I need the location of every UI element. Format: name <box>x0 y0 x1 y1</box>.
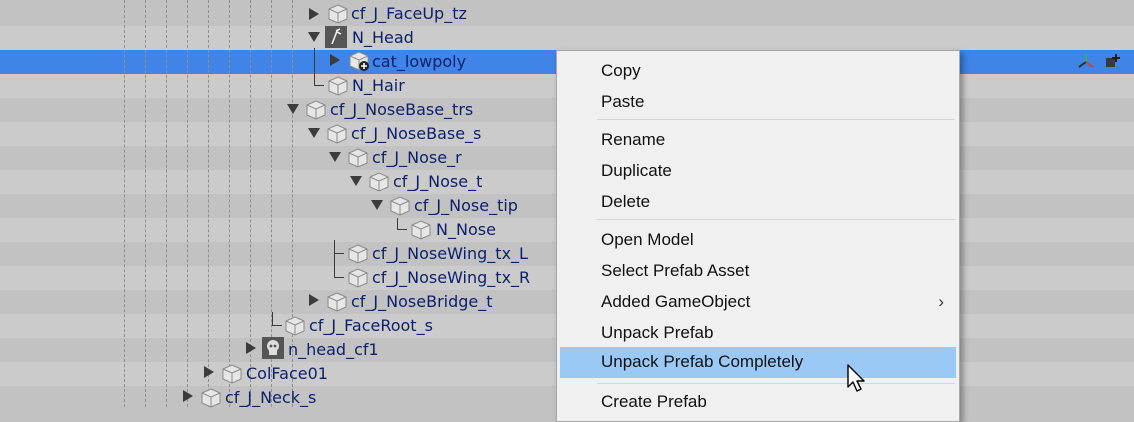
add-component-icon[interactable] <box>1104 53 1120 69</box>
indent-guide-line <box>229 0 230 407</box>
indent-guide-line <box>166 0 167 407</box>
cube-icon <box>285 316 305 336</box>
menu-item-label: Duplicate <box>601 161 672 180</box>
tree-connector <box>314 85 324 86</box>
menu-item-open-model[interactable]: Open Model <box>560 225 956 255</box>
menu-item-delete[interactable]: Delete <box>560 187 956 217</box>
mouse-cursor-icon <box>847 364 865 392</box>
chevron-right-icon: › <box>938 292 944 311</box>
bone-icon <box>325 26 347 48</box>
tree-connector <box>397 229 407 230</box>
menu-item-unpack-prefab-completely[interactable]: Unpack Prefab Completely <box>560 347 956 378</box>
menu-item-duplicate[interactable]: Duplicate <box>560 156 956 186</box>
cube-icon <box>327 292 347 312</box>
menu-item-select-prefab-asset[interactable]: Select Prefab Asset <box>560 256 956 286</box>
cube-icon <box>348 244 368 264</box>
hierarchy-item-label[interactable]: ColFace01 <box>246 364 328 384</box>
menu-item-unpack-prefab[interactable]: Unpack Prefab <box>560 318 956 348</box>
collapse-arrow-icon[interactable] <box>371 200 383 210</box>
indent-guide-line <box>187 0 188 407</box>
tree-connector <box>314 48 315 86</box>
menu-item-label: Copy <box>601 61 641 80</box>
collapse-arrow-icon[interactable] <box>350 176 362 186</box>
menu-item-label: Unpack Prefab <box>601 323 714 342</box>
hierarchy-item-label[interactable]: cf_J_Neck_s <box>225 388 316 408</box>
menu-item-label: Rename <box>601 130 666 149</box>
hierarchy-item-label[interactable]: cf_J_NoseWing_tx_L <box>372 244 528 264</box>
context-menu: Copy Paste Rename Duplicate Delete Open … <box>556 50 960 422</box>
expand-arrow-icon[interactable] <box>330 54 340 66</box>
cube-icon <box>327 124 347 144</box>
indent-guide-line <box>124 0 125 407</box>
menu-item-rename[interactable]: Rename <box>560 125 956 155</box>
hierarchy-item-label[interactable]: N_Head <box>352 28 414 48</box>
tree-connector <box>272 325 282 326</box>
menu-item-copy[interactable]: Copy <box>560 56 956 86</box>
cube-icon <box>306 100 326 120</box>
hierarchy-item-label[interactable]: cf_J_NoseWing_tx_R <box>372 268 530 288</box>
tree-connector <box>272 312 273 326</box>
menu-item-label: Paste <box>601 92 645 111</box>
menu-item-create-prefab[interactable]: Create Prefab <box>560 387 956 417</box>
tree-connector <box>334 253 344 254</box>
cube-icon <box>348 148 368 168</box>
hierarchy-item-label[interactable]: cf_J_Nose_t <box>393 172 482 192</box>
collapse-arrow-icon[interactable] <box>308 128 320 138</box>
hierarchy-row[interactable] <box>0 26 1134 50</box>
expand-arrow-icon[interactable] <box>309 294 319 306</box>
transform-gizmo-icon[interactable] <box>1078 53 1094 69</box>
menu-item-label: Unpack Prefab Completely <box>601 352 804 371</box>
cube-icon <box>222 364 242 384</box>
hierarchy-item-label[interactable]: N_Hair <box>352 76 405 96</box>
hierarchy-item-label[interactable]: cf_J_NoseBase_trs <box>330 100 473 120</box>
menu-item-label: Select Prefab Asset <box>601 261 750 280</box>
cube-icon <box>328 76 348 96</box>
collapse-arrow-icon[interactable] <box>287 104 299 114</box>
menu-separator <box>597 383 955 384</box>
menu-item-label: Open Model <box>601 230 694 249</box>
skull-icon <box>262 337 284 359</box>
hierarchy-item-label[interactable]: cf_J_NoseBase_s <box>351 124 481 144</box>
collapse-arrow-icon[interactable] <box>308 32 320 42</box>
expand-arrow-icon[interactable] <box>204 366 214 378</box>
menu-item-paste[interactable]: Paste <box>560 87 956 117</box>
hierarchy-item-label[interactable]: cf_J_FaceUp_tz <box>351 4 467 24</box>
indent-guide-line <box>145 0 146 407</box>
prefab-cube-icon <box>349 51 369 71</box>
collapse-arrow-icon[interactable] <box>329 152 341 162</box>
hierarchy-item-label[interactable]: n_head_cf1 <box>288 340 379 360</box>
menu-item-label: Delete <box>601 192 651 211</box>
cube-icon <box>390 196 410 216</box>
menu-item-added-gameobject[interactable]: Added GameObject › <box>560 287 956 317</box>
hierarchy-item-label[interactable]: cat_lowpoly <box>372 52 466 72</box>
hierarchy-item-label[interactable]: cf_J_Nose_tip <box>414 196 518 216</box>
menu-separator <box>597 219 955 220</box>
cube-icon <box>328 4 348 24</box>
cube-icon <box>201 388 221 408</box>
hierarchy-item-label[interactable]: cf_J_Nose_r <box>372 148 462 168</box>
hierarchy-item-label[interactable]: cf_J_NoseBridge_t <box>351 292 493 312</box>
tree-connector <box>334 277 344 278</box>
indent-guide-line <box>208 0 209 407</box>
menu-separator <box>597 119 955 120</box>
expand-arrow-icon[interactable] <box>309 8 319 20</box>
hierarchy-item-label[interactable]: cf_J_FaceRoot_s <box>309 316 433 336</box>
cube-icon <box>411 220 431 240</box>
hierarchy-row[interactable] <box>0 2 1134 26</box>
expand-arrow-icon[interactable] <box>246 342 256 354</box>
expand-arrow-icon[interactable] <box>183 390 193 402</box>
tree-connector <box>334 240 335 278</box>
hierarchy-item-label[interactable]: N_Nose <box>436 220 496 240</box>
menu-item-label: Create Prefab <box>601 392 707 411</box>
cube-icon <box>348 268 368 288</box>
cube-icon <box>369 172 389 192</box>
menu-item-label: Added GameObject <box>601 292 751 311</box>
